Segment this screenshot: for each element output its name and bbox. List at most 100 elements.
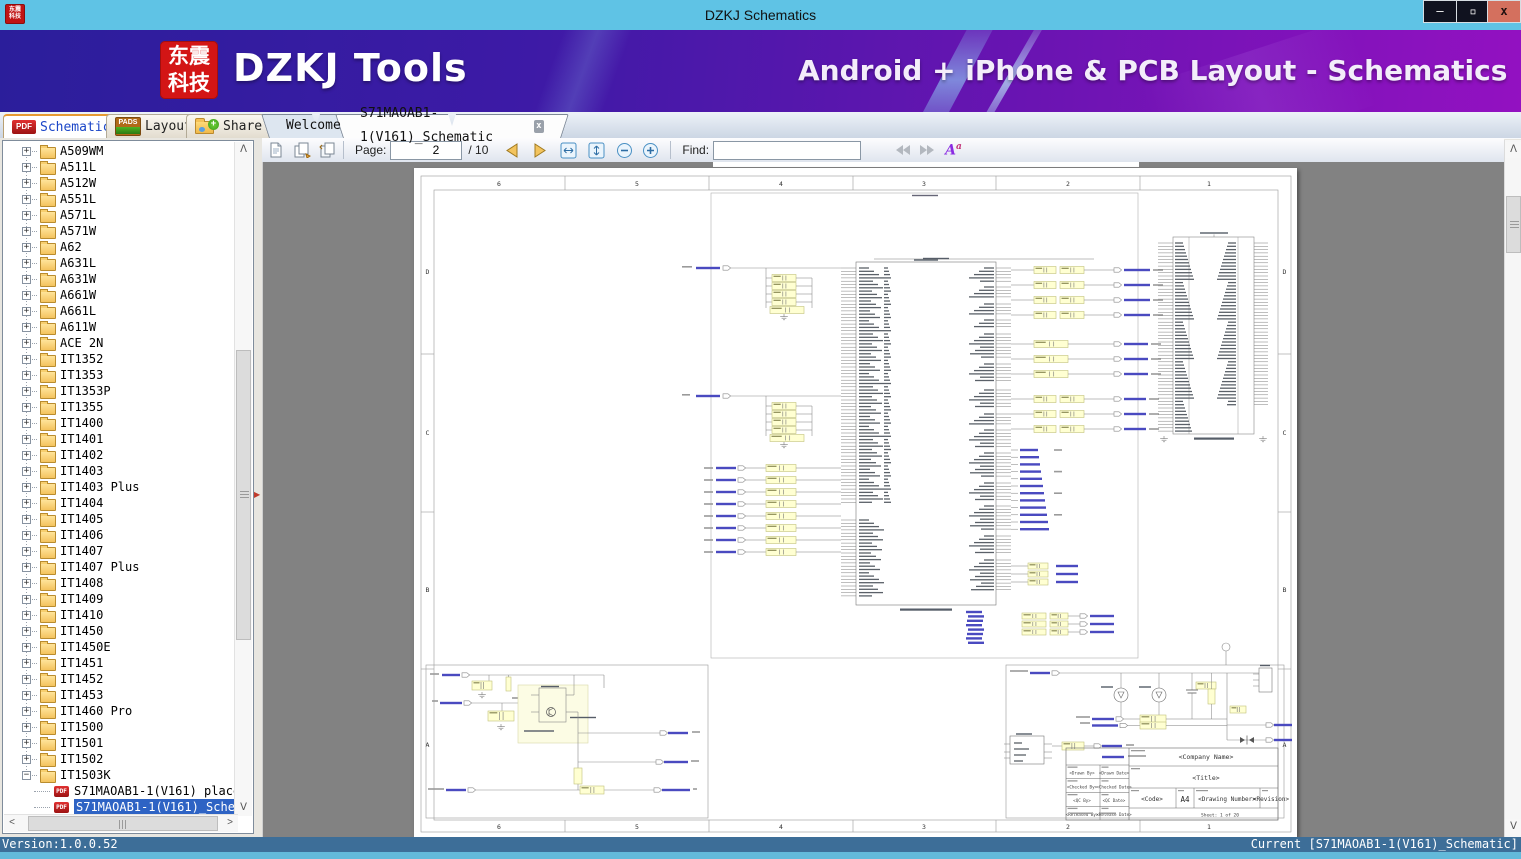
tree-item-it1353[interactable]: +IT1353 xyxy=(4,367,236,383)
tree-item-it1407[interactable]: +IT1407 xyxy=(4,543,236,559)
tree-item-a631w[interactable]: +A631W xyxy=(4,271,236,287)
snapshot-page-button[interactable] xyxy=(318,140,338,160)
fit-width-button[interactable] xyxy=(558,140,578,160)
maximize-button[interactable]: ▫ xyxy=(1456,0,1490,23)
tree-item-a571w[interactable]: +A571W xyxy=(4,223,236,239)
tree-item-it1400[interactable]: +IT1400 xyxy=(4,415,236,431)
tree-file-s71maoab1-1(v161)-placement[interactable]: PDFS71MAOAB1-1(V161) placement xyxy=(4,783,236,799)
tree-item-it1503k[interactable]: −IT1503K xyxy=(4,767,236,783)
minimize-button[interactable]: – xyxy=(1423,0,1457,23)
expand-icon[interactable]: + xyxy=(22,627,31,636)
tree-item-ace-2n[interactable]: +ACE 2N xyxy=(4,335,236,351)
tree-item-it1410[interactable]: +IT1410 xyxy=(4,607,236,623)
find-previous-button[interactable] xyxy=(893,140,913,160)
close-button[interactable]: x xyxy=(1487,0,1521,23)
close-tab-icon[interactable]: x xyxy=(534,120,544,133)
tree-item-a661w[interactable]: +A661W xyxy=(4,287,236,303)
expand-icon[interactable]: + xyxy=(22,259,31,268)
scroll-down-icon[interactable]: ᐯ xyxy=(1505,819,1521,835)
expand-icon[interactable]: + xyxy=(22,435,31,444)
expand-icon[interactable]: + xyxy=(22,531,31,540)
next-page-button[interactable] xyxy=(530,140,550,160)
tree-item-it1451[interactable]: +IT1451 xyxy=(4,655,236,671)
expand-icon[interactable]: + xyxy=(22,755,31,764)
viewer-vertical-scrollbar[interactable]: ᐱ ᐯ xyxy=(1504,140,1521,837)
tree-item-it1406[interactable]: +IT1406 xyxy=(4,527,236,543)
tree-item-a551l[interactable]: +A551L xyxy=(4,191,236,207)
tree-item-it1405[interactable]: +IT1405 xyxy=(4,511,236,527)
expand-icon[interactable]: + xyxy=(22,515,31,524)
tree-item-a571l[interactable]: +A571L xyxy=(4,207,236,223)
expand-icon[interactable]: + xyxy=(22,179,31,188)
tab-share[interactable]: + Share xyxy=(186,114,271,138)
expand-icon[interactable]: + xyxy=(22,723,31,732)
tree-item-a611w[interactable]: +A611W xyxy=(4,319,236,335)
tree-item-it1409[interactable]: +IT1409 xyxy=(4,591,236,607)
scrollbar-thumb[interactable] xyxy=(28,816,218,831)
doc-tab-schematic-document[interactable]: S71MAOAB1-1(V161)_Schematic x xyxy=(344,114,560,138)
tree-item-it1407-plus[interactable]: +IT1407 Plus xyxy=(4,559,236,575)
zoom-out-button[interactable] xyxy=(614,140,634,160)
tree-item-it1502[interactable]: +IT1502 xyxy=(4,751,236,767)
tree-item-it1452[interactable]: +IT1452 xyxy=(4,671,236,687)
tree-item-a511l[interactable]: +A511L xyxy=(4,159,236,175)
tree-item-it1460-pro[interactable]: +IT1460 Pro xyxy=(4,703,236,719)
expand-icon[interactable]: + xyxy=(22,355,31,364)
expand-icon[interactable]: + xyxy=(22,499,31,508)
tree-item-it1404[interactable]: +IT1404 xyxy=(4,495,236,511)
tree-item-it1355[interactable]: +IT1355 xyxy=(4,399,236,415)
tree-item-it1408[interactable]: +IT1408 xyxy=(4,575,236,591)
tree-item-it1403[interactable]: +IT1403 xyxy=(4,463,236,479)
find-next-button[interactable] xyxy=(917,140,937,160)
fit-page-button[interactable] xyxy=(586,140,606,160)
expand-icon[interactable]: + xyxy=(22,467,31,476)
open-document-button[interactable] xyxy=(266,140,286,160)
expand-icon[interactable]: + xyxy=(22,483,31,492)
expand-icon[interactable]: + xyxy=(22,419,31,428)
collapse-panel-icon[interactable]: ▶ xyxy=(254,488,262,502)
tab-schematic[interactable]: PDF Schematic xyxy=(3,114,119,138)
scroll-right-icon[interactable]: > xyxy=(222,815,238,832)
expand-icon[interactable]: + xyxy=(22,611,31,620)
tree-item-it1450[interactable]: +IT1450 xyxy=(4,623,236,639)
tree-item-it1352[interactable]: +IT1352 xyxy=(4,351,236,367)
tree-item-it1403-plus[interactable]: +IT1403 Plus xyxy=(4,479,236,495)
tree-item-a661l[interactable]: +A661L xyxy=(4,303,236,319)
scrollbar-thumb[interactable] xyxy=(1506,196,1521,253)
scroll-up-icon[interactable]: ᐱ xyxy=(1505,142,1521,158)
expand-icon[interactable]: + xyxy=(22,707,31,716)
tree-item-it1401[interactable]: +IT1401 xyxy=(4,431,236,447)
expand-icon[interactable]: + xyxy=(22,227,31,236)
expand-icon[interactable]: + xyxy=(22,243,31,252)
scroll-left-icon[interactable]: < xyxy=(4,815,20,832)
find-input[interactable] xyxy=(713,141,861,160)
collapse-icon[interactable]: − xyxy=(22,771,31,780)
expand-icon[interactable]: + xyxy=(22,291,31,300)
expand-icon[interactable]: + xyxy=(22,211,31,220)
match-case-icon[interactable]: Aa xyxy=(945,142,962,159)
expand-icon[interactable]: + xyxy=(22,739,31,748)
expand-icon[interactable]: + xyxy=(22,659,31,668)
expand-icon[interactable]: + xyxy=(22,195,31,204)
expand-icon[interactable]: + xyxy=(22,675,31,684)
expand-icon[interactable]: + xyxy=(22,163,31,172)
expand-icon[interactable]: + xyxy=(22,579,31,588)
expand-icon[interactable]: + xyxy=(22,371,31,380)
expand-icon[interactable]: + xyxy=(22,323,31,332)
tree-item-a631l[interactable]: +A631L xyxy=(4,255,236,271)
tree-horizontal-scrollbar[interactable]: < > xyxy=(4,814,238,832)
expand-icon[interactable]: + xyxy=(22,147,31,156)
expand-icon[interactable]: + xyxy=(22,595,31,604)
tree-item-it1453[interactable]: +IT1453 xyxy=(4,687,236,703)
expand-icon[interactable]: + xyxy=(22,339,31,348)
tree-item-a512w[interactable]: +A512W xyxy=(4,175,236,191)
tree-file-s71maoab1-1(v161)_schematic[interactable]: PDFS71MAOAB1-1(V161)_Schematic xyxy=(4,799,236,815)
tree-vertical-scrollbar[interactable]: ᐱ ᐯ xyxy=(234,142,252,816)
zoom-in-button[interactable] xyxy=(640,140,660,160)
tree-item-it1450e[interactable]: +IT1450E xyxy=(4,639,236,655)
tree-item-it1500[interactable]: +IT1500 xyxy=(4,719,236,735)
expand-icon[interactable]: + xyxy=(22,547,31,556)
tree-item-it1353p[interactable]: +IT1353P xyxy=(4,383,236,399)
scroll-up-icon[interactable]: ᐱ xyxy=(235,142,252,158)
tree-item-it1402[interactable]: +IT1402 xyxy=(4,447,236,463)
